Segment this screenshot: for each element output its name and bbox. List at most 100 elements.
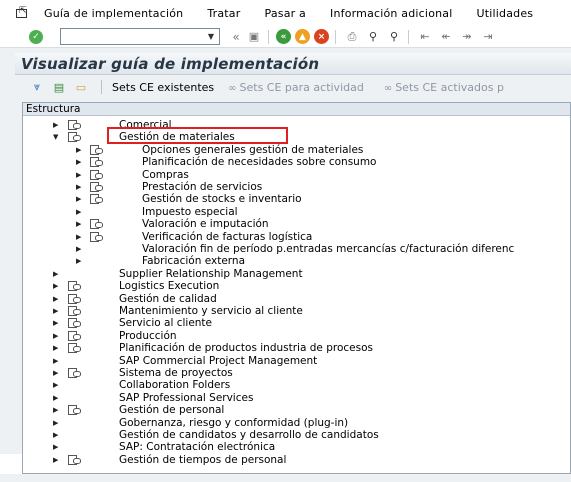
tree-node[interactable]: ▶ SAP Commercial Project Management <box>23 355 570 367</box>
tree-node-label[interactable]: SAP Professional Services <box>119 392 253 404</box>
tree-node-label[interactable]: Gestión de stocks e inventario <box>142 193 302 205</box>
sets-ce-activados-button[interactable]: ∞ Sets CE activados p <box>384 81 504 94</box>
tree-node-label[interactable]: Compras <box>142 169 189 181</box>
collapse-arrow-icon[interactable]: ▼ <box>53 131 58 143</box>
menu-exit-icon[interactable]: ⇱ <box>14 6 30 20</box>
tree-node[interactable]: ▶ Planificación de necesidades sobre cons… <box>23 156 570 168</box>
tree-node-label[interactable]: Mantenimiento y servicio al cliente <box>119 305 303 317</box>
expand-arrow-icon[interactable]: ▶ <box>53 379 58 391</box>
tree-node-label[interactable]: Opciones generales gestión de materiales <box>142 144 363 156</box>
documentation-icon[interactable] <box>90 218 104 230</box>
expand-arrow-icon[interactable]: ▶ <box>53 404 58 416</box>
find-icon[interactable]: ⚲ <box>365 29 381 45</box>
tree-node-label[interactable]: SAP: Contratación electrónica <box>119 441 275 453</box>
menu-guia-implementacion[interactable]: Guía de implementación <box>44 7 183 20</box>
tree-node[interactable]: ▶ Gestión de candidatos y desarrollo de c… <box>23 429 570 441</box>
tree-node[interactable]: ▶ Gestión de personal <box>23 404 570 416</box>
tree-node[interactable]: ▶ Valoración fin de período p.entradas me… <box>23 243 570 255</box>
folder-icon[interactable]: ▭ <box>73 79 89 95</box>
tree-node[interactable]: ▶ SAP Professional Services <box>23 392 570 404</box>
tree-node-label[interactable]: Producción <box>119 330 177 342</box>
documentation-icon[interactable] <box>68 317 82 329</box>
tree-node[interactable]: ▶ Gestión de calidad <box>23 293 570 305</box>
expand-arrow-icon[interactable]: ▶ <box>53 342 58 354</box>
expand-arrow-icon[interactable]: ▶ <box>53 305 58 317</box>
document-icon[interactable]: ▤ <box>51 79 67 95</box>
tree-node[interactable]: ▶ Collaboration Folders <box>23 379 570 391</box>
menu-utilidades[interactable]: Utilidades <box>477 7 534 20</box>
first-page-icon[interactable]: ⇤ <box>417 29 433 45</box>
documentation-icon[interactable] <box>68 293 82 304</box>
documentation-icon[interactable] <box>90 144 104 155</box>
exit-icon[interactable]: ▲ <box>295 29 310 44</box>
expand-arrow-icon[interactable]: ▶ <box>53 429 58 441</box>
menu-pasar-a[interactable]: Pasar a <box>264 7 306 20</box>
documentation-icon[interactable] <box>90 181 104 192</box>
tree-node[interactable]: ▶ Verificación de facturas logística <box>23 231 570 243</box>
expand-arrow-icon[interactable]: ▶ <box>53 268 58 280</box>
ok-icon[interactable]: ✓ <box>29 29 43 44</box>
tree-node-label[interactable]: Planificación de necesidades sobre consu… <box>142 156 377 168</box>
tree-node[interactable]: ▶ Gestión de tiempos de personal <box>23 454 570 466</box>
tree-node-label[interactable]: Gestión de tiempos de personal <box>119 454 286 466</box>
next-page-icon[interactable]: ↠ <box>459 29 475 45</box>
tree-node-label[interactable]: Collaboration Folders <box>119 379 230 391</box>
documentation-icon[interactable] <box>68 342 82 354</box>
tree-node[interactable]: ▶ Mantenimiento y servicio al cliente <box>23 305 570 317</box>
tree-node-label[interactable]: Gobernanza, riesgo y conformidad (plug-i… <box>119 417 348 429</box>
expand-arrow-icon[interactable]: ▶ <box>53 330 58 342</box>
tree-node-label[interactable]: Gestión de candidatos y desarrollo de ca… <box>119 429 379 441</box>
expand-arrow-icon[interactable]: ▶ <box>53 317 58 329</box>
tree-node[interactable]: ▶ Opciones generales gestión de materiale… <box>23 144 570 156</box>
tree-node[interactable]: ▶ Producción <box>23 330 570 342</box>
documentation-icon[interactable] <box>90 169 104 180</box>
tree-node[interactable]: ▶ Sistema de proyectos <box>23 367 570 379</box>
tree-node[interactable]: ▶ Prestación de servicios <box>23 181 570 193</box>
documentation-icon[interactable] <box>68 280 82 292</box>
tree-node-label[interactable]: Servicio al cliente <box>119 317 212 329</box>
find-next-icon[interactable]: ⚲ <box>386 29 402 45</box>
menu-informacion-adicional[interactable]: Información adicional <box>330 7 453 20</box>
print-icon[interactable]: ⎙ <box>344 29 360 45</box>
expand-arrow-icon[interactable]: ▶ <box>53 293 58 305</box>
tree-node[interactable]: ▶ SAP: Contratación electrónica <box>23 441 570 453</box>
save-icon[interactable]: ▣ <box>246 29 262 45</box>
documentation-icon[interactable] <box>68 454 82 465</box>
tree-node[interactable]: ▶ Fabricación externa <box>23 255 570 267</box>
back-arrows-icon[interactable]: « <box>228 29 244 45</box>
expand-arrow-icon[interactable]: ▶ <box>76 193 81 205</box>
tree-node[interactable]: ▶ Comercial <box>23 119 570 131</box>
documentation-icon[interactable] <box>68 119 82 130</box>
tree-node-label[interactable]: Logistics Execution <box>119 280 219 292</box>
documentation-icon[interactable] <box>68 330 82 341</box>
expand-arrow-icon[interactable]: ▶ <box>76 181 81 193</box>
tree-node[interactable]: ▶ Logistics Execution <box>23 280 570 292</box>
documentation-icon[interactable] <box>68 131 82 143</box>
expand-arrow-icon[interactable]: ▶ <box>53 441 58 453</box>
documentation-icon[interactable] <box>90 231 104 242</box>
documentation-icon[interactable] <box>68 367 82 378</box>
command-field[interactable]: ▼ <box>60 28 220 45</box>
tree-node[interactable]: ▶ Servicio al cliente <box>23 317 570 329</box>
expand-arrow-icon[interactable]: ▶ <box>53 119 58 131</box>
last-page-icon[interactable]: ⇥ <box>480 29 496 45</box>
documentation-icon[interactable] <box>90 193 104 205</box>
tree-node[interactable]: ▶ Compras <box>23 169 570 181</box>
tree-node-label[interactable]: Impuesto especial <box>142 206 238 218</box>
tree-node[interactable]: ▶ Valoración e imputación <box>23 218 570 230</box>
expand-arrow-icon[interactable]: ▶ <box>76 255 81 267</box>
sets-ce-existentes-button[interactable]: Sets CE existentes <box>112 81 214 94</box>
tree-node-label[interactable]: Prestación de servicios <box>142 181 262 193</box>
documentation-icon[interactable] <box>90 156 104 168</box>
tree-node-label[interactable]: Valoración fin de período p.entradas mer… <box>142 243 514 255</box>
tree-node-label[interactable]: Verificación de facturas logística <box>142 231 312 243</box>
dropdown-icon[interactable]: ▼ <box>203 29 219 44</box>
documentation-icon[interactable] <box>68 305 82 316</box>
expand-arrow-icon[interactable]: ▶ <box>76 218 81 230</box>
tree-node-label[interactable]: Valoración e imputación <box>142 218 269 230</box>
tree-node[interactable]: ▶ Gobernanza, riesgo y conformidad (plug-… <box>23 417 570 429</box>
documentation-icon[interactable] <box>68 404 82 416</box>
back-icon[interactable]: « <box>276 29 291 44</box>
expand-all-icon[interactable]: ⩔ <box>29 79 45 95</box>
tree-node-label[interactable]: Gestión de calidad <box>119 293 217 305</box>
